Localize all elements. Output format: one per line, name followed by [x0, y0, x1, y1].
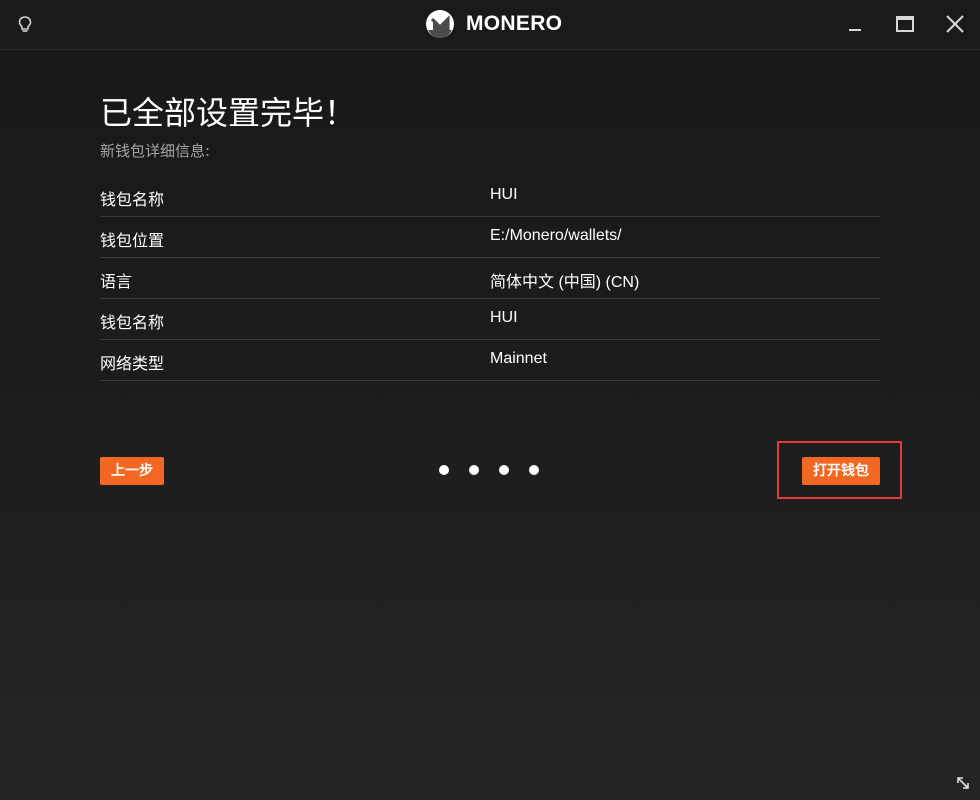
info-row-wallet-location: 钱包位置 E:/Monero/wallets/ — [100, 217, 880, 258]
maximize-icon[interactable] — [893, 12, 917, 36]
minimize-icon[interactable] — [843, 12, 867, 36]
info-row-language: 语言 简体中文 (中国) (CN) — [100, 258, 880, 299]
info-row-wallet-name-2: 钱包名称 HUI — [100, 299, 880, 340]
bulb-icon[interactable] — [17, 15, 33, 35]
info-label: 网络类型 — [100, 354, 165, 373]
wallet-info-table: 钱包名称 HUI 钱包位置 E:/Monero/wallets/ 语言 简体中文… — [100, 176, 880, 381]
info-label: 钱包位置 — [100, 231, 165, 250]
page-title: 已全部设置完毕！ — [100, 94, 357, 132]
step-dot — [499, 465, 509, 475]
info-row-wallet-name: 钱包名称 HUI — [100, 176, 880, 217]
info-label: 钱包名称 — [100, 313, 165, 332]
info-label: 语言 — [100, 272, 133, 291]
open-wallet-button[interactable]: 打开钱包 — [802, 457, 880, 485]
back-button[interactable]: 上一步 — [100, 457, 164, 485]
step-dot — [439, 465, 449, 475]
info-row-network-type: 网络类型 Mainnet — [100, 340, 880, 381]
step-indicator — [439, 465, 539, 475]
monero-logo-icon — [426, 10, 454, 38]
info-value: E:/Monero/wallets/ — [490, 227, 622, 244]
title-bar: MONERO — [0, 0, 980, 50]
info-value: 简体中文 (中国) (CN) — [490, 274, 640, 291]
info-value: Mainnet — [490, 350, 547, 367]
info-value: HUI — [490, 309, 518, 326]
app-name: MONERO — [466, 12, 563, 35]
step-dot — [469, 465, 479, 475]
step-dot — [529, 465, 539, 475]
page-subtitle: 新钱包详细信息: — [100, 142, 211, 160]
resize-icon[interactable] — [955, 775, 971, 791]
info-value: HUI — [490, 186, 518, 203]
close-icon[interactable] — [943, 12, 967, 36]
monero-logo: MONERO — [426, 10, 562, 38]
info-label: 钱包名称 — [100, 190, 165, 209]
